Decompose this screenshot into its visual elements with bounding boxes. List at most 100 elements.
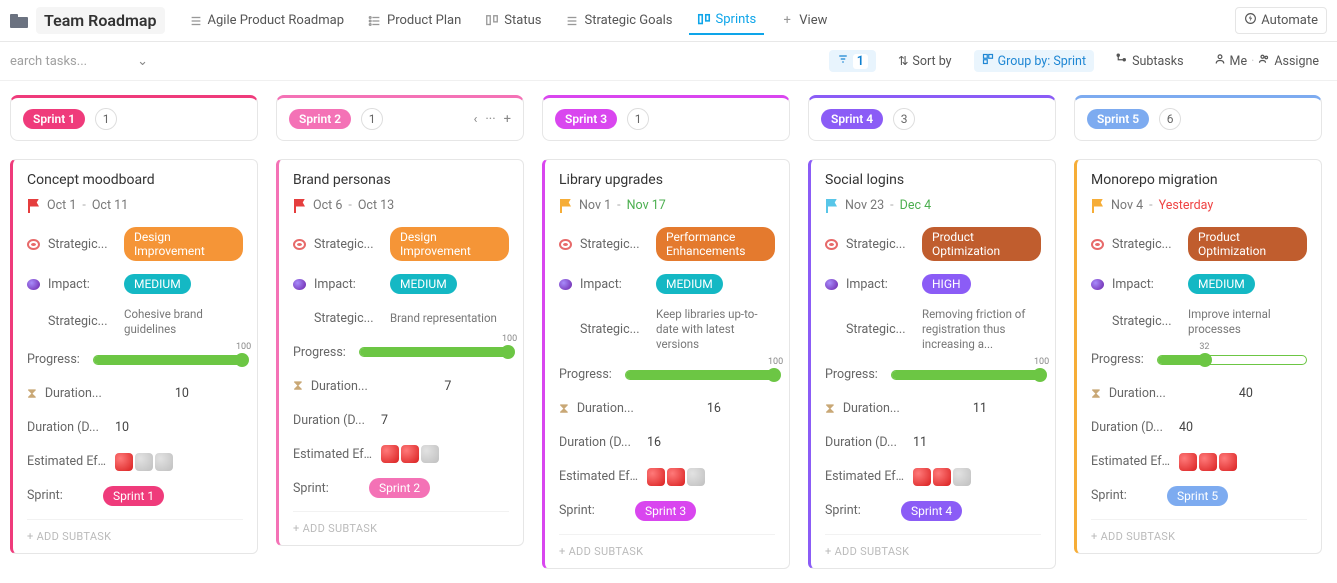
effort-dot [687,468,705,486]
progress-bar[interactable]: 100 [93,355,243,365]
progress-bar[interactable]: 100 [359,347,509,357]
column-header[interactable]: Sprint 2 1 ‹ ··· + [276,95,524,141]
tab-status[interactable]: Status [477,7,549,34]
assignee-label: Assigne [1274,54,1319,69]
field-duration: ⧗ Duration... 16 [559,398,775,420]
tab-strategic-goals[interactable]: Strategic Goals [557,7,680,34]
target-icon [27,239,40,250]
sprint-tag: Sprint 2 [369,478,430,498]
column-header[interactable]: Sprint 1 1 [10,95,258,141]
me-button[interactable]: Me · Assigne [1206,50,1327,72]
sprint-badge: Sprint 5 [1087,109,1149,129]
strategic-tag: Design Improvement [390,227,509,261]
start-date: Nov 1 [579,198,611,213]
folder-icon [10,14,28,28]
field-label: Progress: [559,367,617,382]
tab-label: Product Plan [387,13,461,28]
date-range: Oct 6 - Oct 13 [293,198,509,213]
list-icon [565,14,579,28]
tab-agile-roadmap[interactable]: Agile Product Roadmap [181,7,353,34]
field-sprint: Sprint: Sprint 4 [825,500,1041,522]
task-card[interactable]: Social logins Nov 23 - Dec 4 Strategic..… [808,159,1056,569]
sort-icon: ⇅ [898,53,908,69]
field-label: Impact: [314,277,382,292]
field-label: Duration (D... [27,420,107,435]
group-button[interactable]: Group by: Sprint [974,50,1094,72]
effort-dot [913,468,931,486]
sprint-tag: Sprint 1 [103,486,164,506]
effort-dot [421,445,439,463]
date-range: Oct 1 - Oct 11 [27,198,243,213]
task-card[interactable]: Brand personas Oct 6 - Oct 13 Strategic.… [276,159,524,546]
effort-dot [1199,453,1217,471]
board-icon [697,13,711,27]
toolbar: earch tasks... ⌄ 1 ⇅ Sort by Group by: S… [0,42,1337,81]
search-input[interactable]: earch tasks... ⌄ [10,54,210,69]
dot-sep: · [1251,54,1254,69]
sort-button[interactable]: ⇅ Sort by [890,50,960,72]
top-bar: Team Roadmap Agile Product Roadmap Produ… [0,0,1337,42]
field-label: Impact: [580,277,648,292]
field-label: Duration... [577,401,645,416]
task-card[interactable]: Monorepo migration Nov 4 - Yesterday Str… [1074,159,1322,554]
more-icon[interactable]: ··· [485,112,495,127]
task-card[interactable]: Library upgrades Nov 1 - Nov 17 Strategi… [542,159,790,569]
field-label: Duration (D... [1091,420,1171,435]
effort-dot [115,453,133,471]
end-date: Oct 11 [92,198,128,213]
task-title: Social logins [825,172,1041,188]
tab-sprints[interactable]: Sprints [689,6,765,35]
sprint-column: Sprint 1 1 Concept moodboard Oct 1 - Oct… [10,95,258,554]
tab-add-view[interactable]: + View [772,7,835,34]
plus-icon[interactable]: + [504,112,511,127]
progress-bar[interactable]: 100 [625,370,775,380]
field-label: Strategic... [314,311,382,326]
tab-product-plan[interactable]: Product Plan [360,7,469,34]
column-header[interactable]: Sprint 4 3 [808,95,1056,141]
effort-dot [667,468,685,486]
field-strategic-note: Strategic... Brand representation [293,307,509,329]
target-icon [293,239,306,250]
field-sprint: Sprint: Sprint 2 [293,477,509,499]
dash: - [617,198,620,213]
search-placeholder: earch tasks... [10,54,87,69]
board-icon [485,14,499,28]
effort-dot [1219,453,1237,471]
effort-dot [1179,453,1197,471]
effort-indicator [1179,453,1237,471]
add-subtask-button[interactable]: + ADD SUBTASK [27,519,243,549]
end-date: Dec 4 [900,198,932,213]
group-icon [982,53,994,69]
task-title: Monorepo migration [1091,172,1307,188]
progress-bar[interactable]: 100 [891,370,1041,380]
add-subtask-button[interactable]: + ADD SUBTASK [293,511,509,541]
filter-button[interactable]: 1 [829,50,876,72]
task-card[interactable]: Concept moodboard Oct 1 - Oct 11 Strateg… [10,159,258,554]
column-header[interactable]: Sprint 5 6 [1074,95,1322,141]
chevron-left-icon[interactable]: ‹ [474,112,478,127]
field-duration-days: Duration (D... 7 [293,409,509,431]
progress-bar[interactable]: 32 [1157,355,1307,365]
effort-indicator [913,468,971,486]
field-strategic-note: Strategic... Keep libraries up-to-date w… [559,307,775,352]
filter-count: 1 [853,54,868,69]
date-range: Nov 1 - Nov 17 [559,198,775,213]
field-sprint: Sprint: Sprint 3 [559,500,775,522]
field-strategic-tag: Strategic... Design Improvement [293,227,509,261]
field-impact: Impact: MEDIUM [293,273,509,295]
sprint-badge: Sprint 2 [289,109,351,129]
field-label: Sprint: [825,503,893,518]
effort-indicator [381,445,439,463]
me-label: Me [1230,54,1248,69]
dash: - [890,198,893,213]
subtasks-button[interactable]: Subtasks [1108,50,1191,72]
add-subtask-button[interactable]: + ADD SUBTASK [1091,519,1307,549]
automate-button[interactable]: Automate [1235,7,1327,34]
field-label: Impact: [1112,277,1180,292]
impact-icon [293,279,306,290]
field-duration-days: Duration (D... 16 [559,432,775,454]
sprint-column: Sprint 5 6 Monorepo migration Nov 4 - Ye… [1074,95,1322,554]
start-date: Nov 4 [1111,198,1143,213]
toolbar-controls: 1 ⇅ Sort by Group by: Sprint Subtasks Me… [829,50,1327,72]
column-header[interactable]: Sprint 3 1 [542,95,790,141]
